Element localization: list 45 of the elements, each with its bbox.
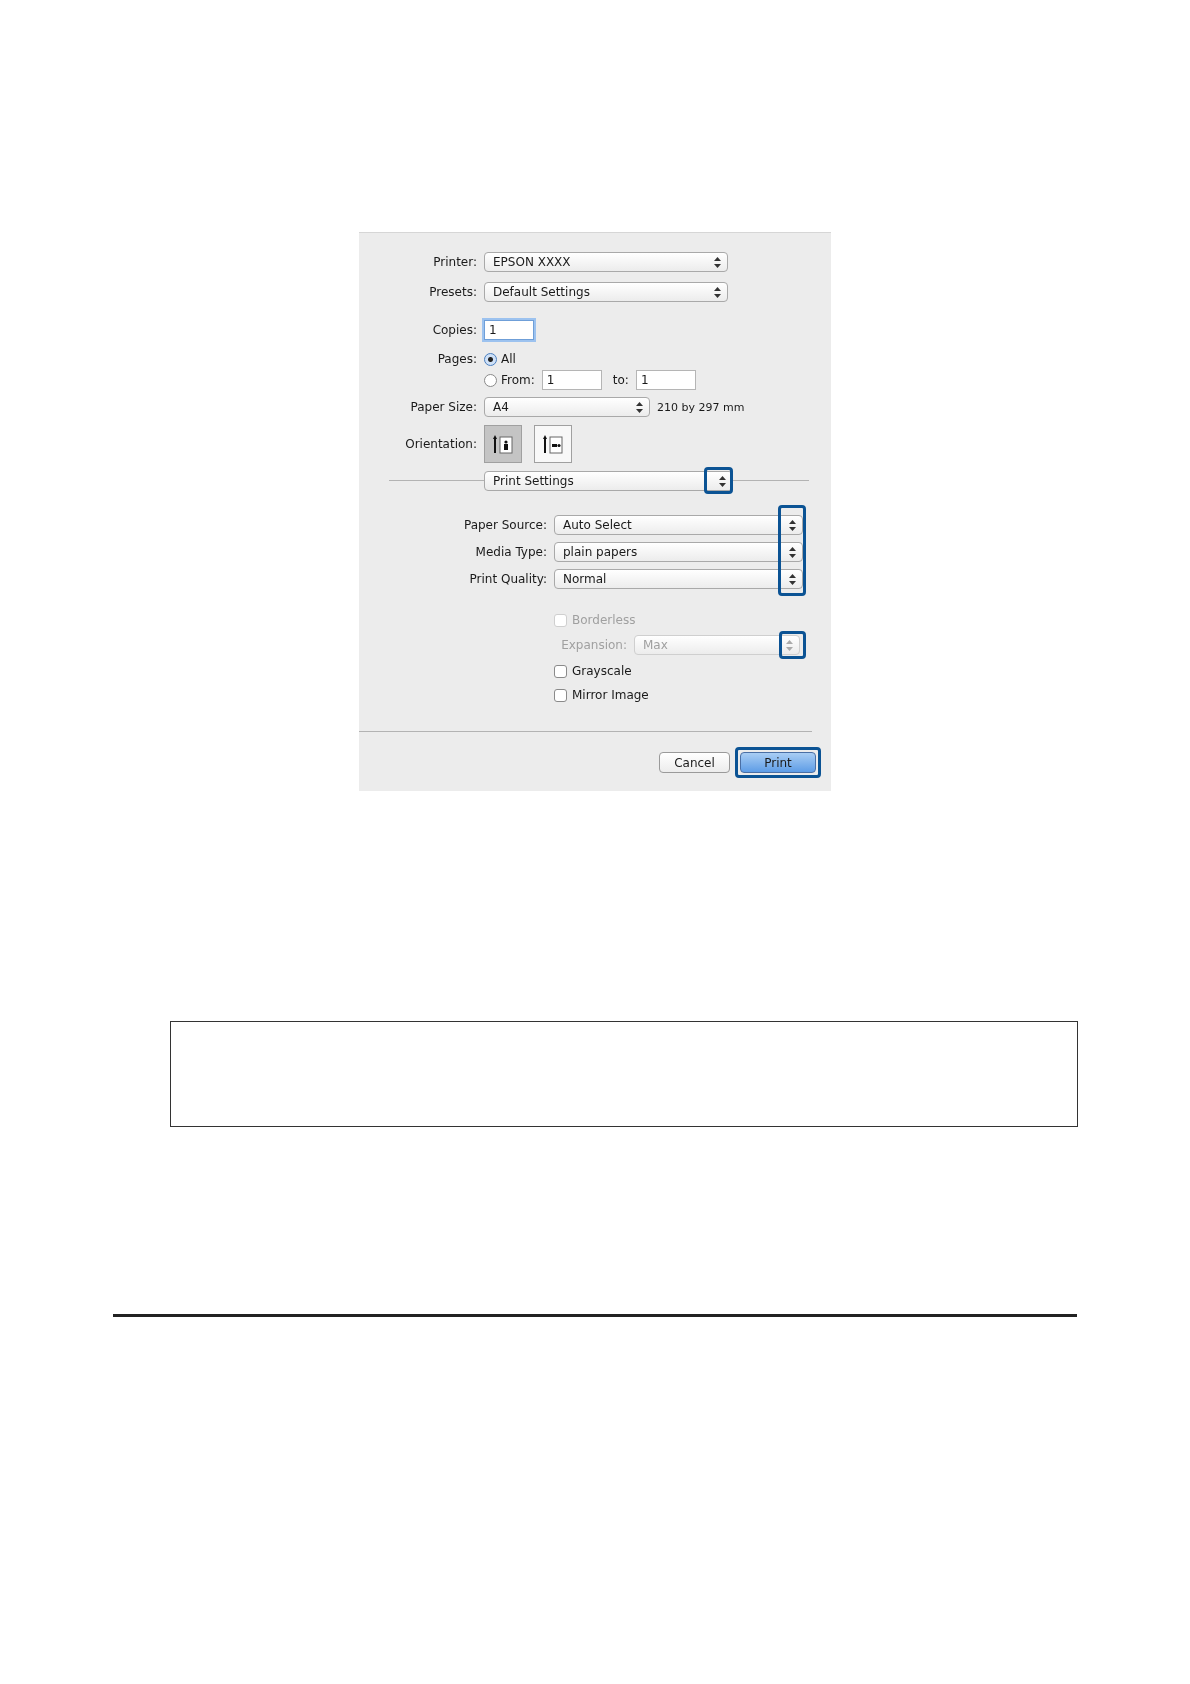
field-label: to:: [612, 373, 629, 387]
checkbox-label: Grayscale: [572, 664, 632, 678]
radio-button[interactable]: [484, 352, 497, 366]
stepper-icon: [789, 547, 796, 558]
to-field[interactable]: 1: [635, 370, 696, 390]
field-label: Printer:: [432, 255, 477, 269]
orientation-button[interactable]: [534, 425, 572, 463]
radio-label: From:: [501, 373, 535, 387]
field-label: Presets:: [428, 285, 477, 299]
stepper-icon: [714, 257, 721, 268]
stepper-icon: [789, 520, 796, 531]
field-label: Copies:: [431, 323, 477, 337]
from-field[interactable]: 1: [541, 370, 602, 390]
landscape-page-icon: [542, 433, 564, 455]
cancel-button[interactable]: Cancel: [659, 752, 730, 773]
field-label: Media Type:: [474, 545, 547, 559]
portrait-page-icon: [492, 433, 514, 455]
checkbox[interactable]: [554, 664, 567, 678]
checkbox-label: Borderless: [572, 613, 636, 627]
field-label: Print Quality:: [468, 572, 547, 586]
orientation-button[interactable]: [484, 425, 522, 463]
presets-popup[interactable]: Default Settings: [484, 282, 728, 302]
field-label: Expansion:: [560, 638, 627, 652]
radio-button[interactable]: [484, 373, 497, 387]
stepper-icon: [714, 287, 721, 298]
section-popup[interactable]: Print Settings: [484, 471, 733, 491]
radio-label: All: [501, 352, 516, 366]
field-label: Orientation:: [404, 437, 477, 451]
stepper-icon: [636, 402, 643, 413]
stepper-icon: [786, 640, 793, 651]
field-label: Paper Source:: [462, 518, 547, 532]
field-label: Paper Size:: [409, 400, 477, 414]
stepper-icon: [789, 574, 796, 585]
setting-popup[interactable]: plain papers: [554, 542, 803, 562]
print-button[interactable]: Print: [740, 752, 816, 773]
checkbox-label: Mirror Image: [572, 688, 649, 702]
paper-size-popup[interactable]: A4: [484, 397, 650, 417]
checkbox[interactable]: [554, 688, 567, 702]
stepper-icon: [719, 476, 726, 487]
setting-popup[interactable]: Normal: [554, 569, 803, 589]
field-label: Pages:: [436, 352, 477, 366]
copies-field[interactable]: 1: [484, 320, 534, 340]
paper-dimensions: 210 by 297 mm: [657, 400, 745, 414]
setting-popup[interactable]: Auto Select: [554, 515, 803, 535]
printer-popup[interactable]: EPSON XXXX: [484, 252, 728, 272]
